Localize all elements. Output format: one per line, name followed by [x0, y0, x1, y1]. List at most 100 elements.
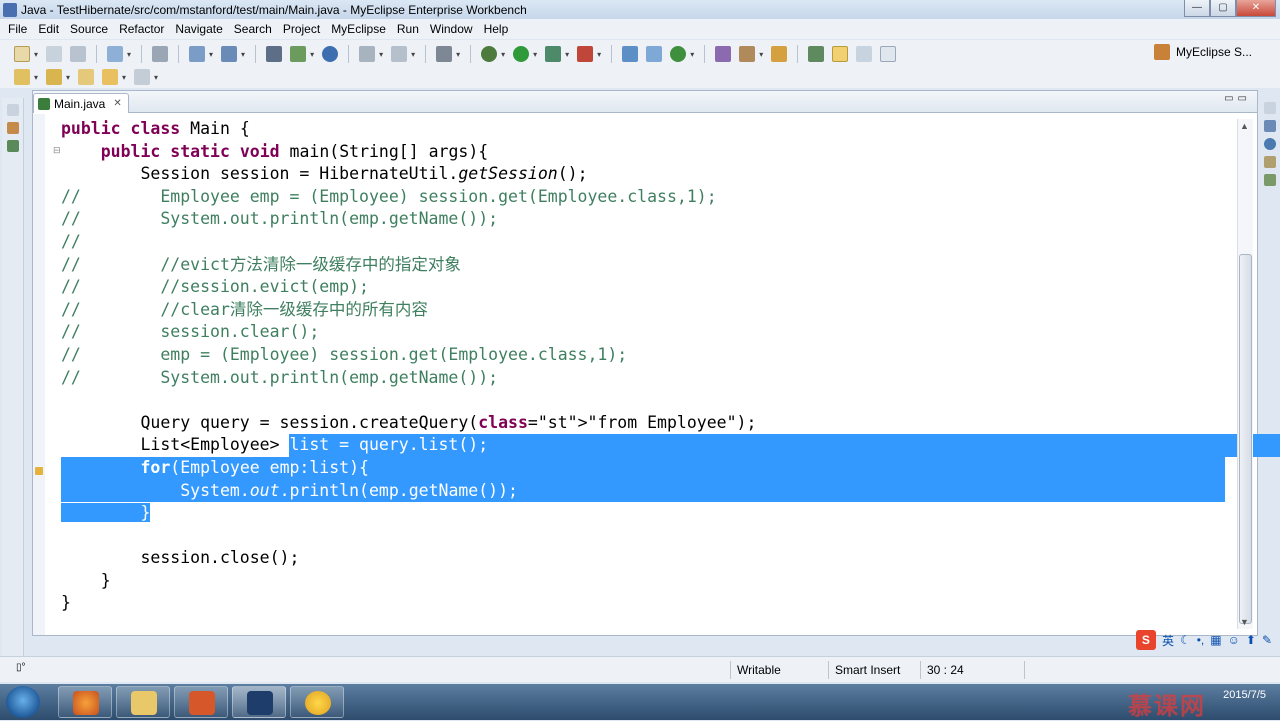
taskbar-app[interactable]	[290, 686, 344, 718]
taskbar-explorer[interactable]	[116, 686, 170, 718]
new-class-icon[interactable]	[670, 46, 687, 62]
package-explorer-icon[interactable]	[6, 122, 19, 134]
system-clock[interactable]: 2015/7/5	[1223, 688, 1266, 702]
fast-view-icon[interactable]: ▯°	[16, 662, 26, 673]
ime-toolbar[interactable]: S 英 ☾ •, ▦ ☺ ⬆ ✎	[1135, 628, 1272, 652]
javadoc-icon[interactable]	[1264, 138, 1276, 150]
report-icon[interactable]	[391, 46, 408, 62]
scroll-up-icon[interactable]: ▲	[1240, 121, 1249, 131]
forward-icon[interactable]	[134, 69, 151, 85]
run-coverage-icon[interactable]	[545, 46, 562, 62]
scroll-down-icon[interactable]: ▼	[1240, 617, 1249, 627]
dropdown-arrow-icon[interactable]: ▾	[127, 50, 131, 59]
menu-window[interactable]: Window	[426, 22, 480, 36]
sogou-ime-icon[interactable]: S	[1135, 630, 1156, 650]
new-icon[interactable]	[14, 46, 30, 62]
new-java-project-icon[interactable]	[622, 46, 639, 62]
upload-icon[interactable]: ⬆	[1246, 633, 1256, 647]
show-whitespace-icon[interactable]	[880, 46, 897, 62]
wrench-icon[interactable]: ✎	[1262, 633, 1272, 647]
next-annotation-icon[interactable]	[14, 69, 30, 85]
menu-source[interactable]: Source	[66, 22, 115, 36]
hierarchy-icon[interactable]	[6, 140, 19, 152]
dropdown-arrow-icon[interactable]: ▾	[411, 50, 415, 59]
dropdown-arrow-icon[interactable]: ▾	[209, 50, 213, 59]
dropdown-arrow-icon[interactable]: ▾	[241, 50, 245, 59]
open-type-icon[interactable]	[189, 46, 206, 62]
start-button[interactable]	[6, 686, 40, 718]
warning-marker-icon[interactable]	[35, 467, 43, 475]
keyboard-icon[interactable]: ▦	[1210, 633, 1221, 647]
open-console-icon[interactable]	[436, 46, 453, 62]
code-editor[interactable]: public class Main { public static void m…	[61, 118, 1280, 615]
editor-min-max-controls[interactable]: ▭▭	[1224, 93, 1251, 104]
moon-icon[interactable]: ☾	[1180, 633, 1191, 647]
close-tab-icon[interactable]: ✕	[113, 98, 121, 109]
dropdown-arrow-icon[interactable]: ▾	[66, 73, 70, 82]
run-server-icon[interactable]	[290, 46, 307, 62]
dropdown-arrow-icon[interactable]: ▾	[533, 50, 537, 59]
dropdown-arrow-icon[interactable]: ▾	[122, 73, 126, 82]
new-server-icon[interactable]	[266, 46, 283, 62]
menu-navigate[interactable]: Navigate	[171, 22, 229, 36]
last-edit-location-icon[interactable]	[78, 69, 95, 85]
open-task-icon[interactable]	[739, 46, 756, 62]
close-button[interactable]: ✕	[1236, 0, 1276, 17]
previous-annotation-icon[interactable]	[46, 69, 63, 85]
fold-icon[interactable]: ⊟	[53, 145, 61, 156]
menu-refactor[interactable]: Refactor	[115, 22, 171, 36]
new-package-icon[interactable]	[646, 46, 663, 62]
print-icon[interactable]	[70, 46, 87, 62]
database-icon[interactable]	[359, 46, 376, 62]
search-task-icon[interactable]	[771, 46, 788, 62]
scrollbar-thumb[interactable]	[1239, 254, 1252, 624]
taskbar-powerpoint[interactable]	[174, 686, 228, 718]
save-icon[interactable]	[46, 46, 63, 62]
restore-icon[interactable]	[1264, 102, 1276, 114]
dropdown-arrow-icon[interactable]: ▾	[597, 50, 601, 59]
dropdown-arrow-icon[interactable]: ▾	[690, 50, 694, 59]
dropdown-arrow-icon[interactable]: ▾	[310, 50, 314, 59]
restore-icon[interactable]	[6, 104, 19, 116]
dropdown-arrow-icon[interactable]: ▾	[565, 50, 569, 59]
menu-edit[interactable]: Edit	[34, 22, 66, 36]
debug-icon[interactable]	[481, 46, 498, 62]
back-icon[interactable]	[102, 69, 119, 85]
console-icon[interactable]	[1264, 174, 1276, 186]
toggle-block-selection-icon[interactable]	[856, 46, 873, 62]
toggle-mark-occurrences-icon[interactable]	[832, 46, 849, 62]
dropdown-arrow-icon[interactable]: ▾	[34, 73, 38, 82]
toggle-annotation-icon[interactable]	[808, 46, 825, 62]
dropdown-arrow-icon[interactable]: ▾	[379, 50, 383, 59]
menu-search[interactable]: Search	[230, 22, 279, 36]
user-icon[interactable]: ☺	[1228, 633, 1240, 647]
browser-icon[interactable]	[322, 46, 339, 62]
search-icon[interactable]	[221, 46, 238, 62]
perspective-switcher[interactable]: MyEclipse S...	[1153, 44, 1252, 60]
minimize-button[interactable]: —	[1184, 0, 1210, 17]
run-icon[interactable]	[513, 46, 530, 62]
new-web-project-icon[interactable]	[107, 46, 124, 62]
external-tools-icon[interactable]	[577, 46, 594, 62]
deploy-icon[interactable]	[152, 46, 169, 62]
menu-file[interactable]: File	[4, 22, 34, 36]
dropdown-arrow-icon[interactable]: ▾	[154, 73, 158, 82]
dropdown-arrow-icon[interactable]: ▾	[759, 50, 763, 59]
menu-help[interactable]: Help	[480, 22, 516, 36]
open-type-hierarchy-icon[interactable]	[715, 46, 732, 62]
punctuation-icon[interactable]: •,	[1197, 633, 1205, 647]
menu-project[interactable]: Project	[279, 22, 327, 36]
declaration-icon[interactable]	[1264, 156, 1276, 168]
dropdown-arrow-icon[interactable]: ▾	[34, 50, 38, 59]
editor-vertical-scrollbar[interactable]: ▲ ▼	[1237, 119, 1253, 629]
dropdown-arrow-icon[interactable]: ▾	[456, 50, 460, 59]
maximize-button[interactable]: ▢	[1210, 0, 1236, 17]
menu-myeclipse[interactable]: MyEclipse	[327, 22, 393, 36]
dropdown-arrow-icon[interactable]: ▾	[501, 50, 505, 59]
taskbar-firefox[interactable]	[58, 686, 112, 718]
taskbar-myeclipse[interactable]	[232, 686, 286, 718]
tab-main-java[interactable]: Main.java ✕	[33, 93, 129, 113]
outline-icon[interactable]	[1264, 120, 1276, 132]
ime-language-label[interactable]: 英	[1162, 632, 1174, 649]
menu-run[interactable]: Run	[393, 22, 426, 36]
